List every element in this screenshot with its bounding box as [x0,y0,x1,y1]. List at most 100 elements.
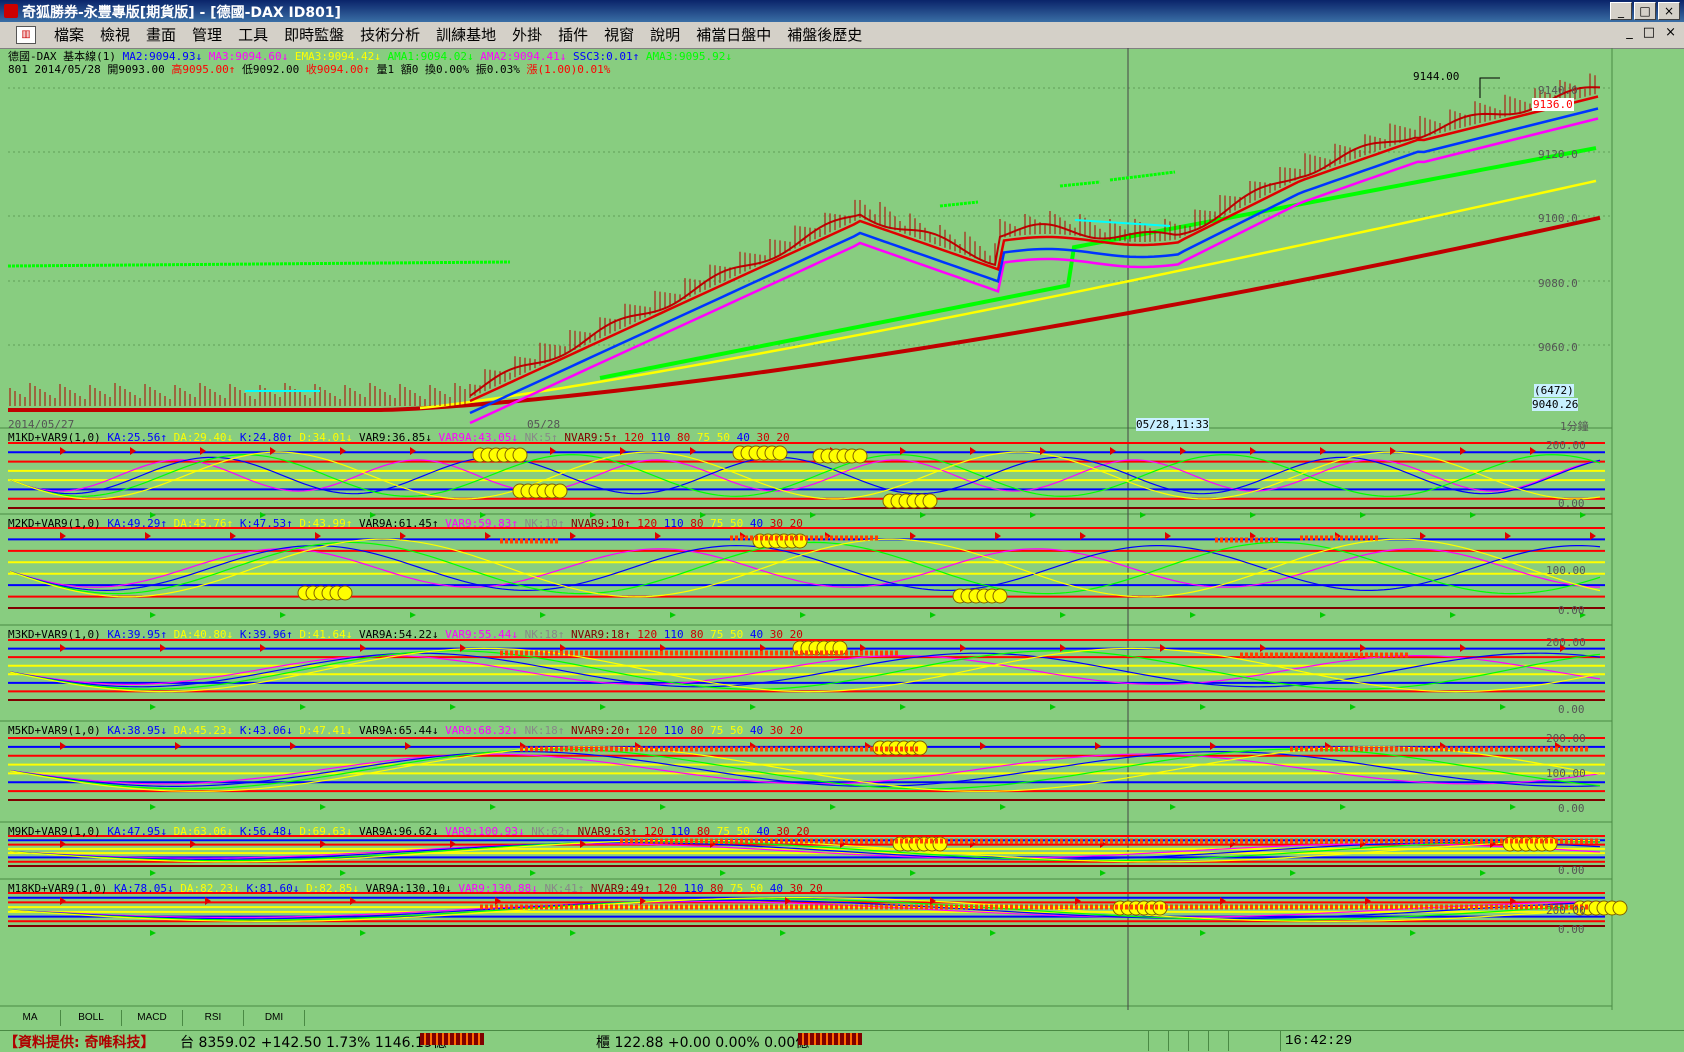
kd-panel-title: M9KD+VAR9(1,0) [8,825,101,838]
kd-signal-arrow [920,512,926,518]
kd-signal-arrow [360,930,366,936]
level-120: 120 [637,517,658,530]
kd-nk: NK:10↑ [524,517,565,530]
window-controls: _ □ × [1610,2,1680,20]
level-110: 110 [650,431,671,444]
kd-signal-arrow [910,870,916,876]
ma-yellow-line [419,179,1597,410]
kd-signal-arrow [1250,512,1256,518]
mdi-minimize-button[interactable]: _ [1626,25,1633,40]
menu-file[interactable]: 檔案 [46,25,92,45]
kd-levels: 120 110 80 75 50 40 30 20 [637,517,803,530]
kd-signal-arrow [780,930,786,936]
level-20: 20 [789,628,803,641]
menu-technical[interactable]: 技術分析 [352,25,428,45]
kd-signal-arrow [1210,742,1216,750]
kd1-tick-top: 200.00 [1546,439,1586,452]
period-label[interactable]: 1分鐘 [1560,418,1589,434]
menu-view[interactable]: 檢視 [92,25,138,45]
peak-price-label: 9144.00 [1413,70,1460,83]
kd5-tick-bottom: 0.00 [1558,864,1585,877]
kd-signal-arrow [1360,644,1366,652]
menu-tools[interactable]: 工具 [230,25,276,45]
kd-signal-arrow [1510,804,1516,810]
kd-signal-arrow [960,644,966,652]
kd-signal-arrow [690,447,696,455]
kd-nk: NK:5↑ [524,431,558,444]
kd-signal-arrow [1580,512,1586,518]
kd6-tick-bottom: 0.00 [1558,923,1585,936]
menu-window[interactable]: 視窗 [596,25,642,45]
kd-nk: NK:18↑ [524,628,565,641]
kd-signal-arrow [1160,644,1166,652]
y-tick-4: 9060.0 [1538,341,1578,354]
kd4-tick-top: 200.00 [1546,732,1586,745]
mdi-restore-button[interactable]: □ [1643,25,1655,40]
level-75: 75 [710,628,724,641]
menu-help[interactable]: 說明 [642,25,688,45]
close-button[interactable]: × [1658,2,1680,20]
level-75: 75 [729,882,744,895]
quote-open: 開9093.00 [107,63,165,76]
kd-nk: NK:18↑ [524,724,565,737]
minimize-button[interactable]: _ [1610,2,1632,20]
smiley-icon [922,493,938,509]
menu-addons[interactable]: 插件 [550,25,596,45]
kd-series-line [9,459,1601,492]
kd-k: K:56.48↓ [239,825,293,838]
kd-signal-arrow [175,742,181,750]
kd-nvar9: NVAR9:63↑ [577,825,638,838]
kd-d: D:34.01↓ [299,431,353,444]
level-20: 20 [789,724,803,737]
menu-screen[interactable]: 畫面 [138,25,184,45]
level-75: 75 [696,431,711,444]
kd-panel-6-legend: M18KD+VAR9(1,0) KA:78.05↓ DA:82.23↓ K:81… [8,882,823,895]
kd3-tick-bottom: 0.00 [1558,703,1585,716]
kd-signal-arrow [320,804,326,810]
level-40: 40 [749,724,764,737]
kd-da: DA:29.40↓ [173,431,234,444]
otc-quote: 櫃 122.88 +0.00 0.00% 0.00億 [596,1035,810,1051]
y-tick-3: 9080.0 [1538,277,1578,290]
ma-green-segment [1109,170,1176,182]
chart-doc-icon[interactable]: ▥ [16,26,36,44]
kd-signal-arrow [970,447,976,455]
kd-series-line [9,746,1601,792]
quote-close: 收9094.00↑ [305,63,370,76]
maximize-button[interactable]: □ [1634,2,1656,20]
kd-var9a: VAR9A:96.62↓ [359,825,439,838]
bottom-price-label: 9040.26 [1532,398,1579,411]
level-50: 50 [729,517,744,530]
kd-signal-arrow [900,704,906,710]
menu-realtime[interactable]: 即時監盤 [276,25,352,45]
menu-intraday[interactable]: 補當日盤中 [688,25,779,45]
kd-signal-arrow [1260,644,1266,652]
quote-line: 801 2014/05/28 開9093.00 高9095.00↑ 低9092.… [8,61,610,77]
kd-signal-arrow [540,612,546,618]
menu-plugin-ext[interactable]: 外掛 [504,25,550,45]
kd4-tick-mid: 100.00 [1546,767,1586,780]
tab-dmi[interactable]: DMI [244,1010,305,1026]
kd-signal-arrow [1500,704,1506,710]
tab-macd[interactable]: MACD [122,1010,183,1026]
kd-nvar9: NVAR9:10↑ [571,517,631,530]
kd-nvar9: NVAR9:18↑ [571,628,631,641]
tab-boll[interactable]: BOLL [61,1010,122,1026]
menu-training[interactable]: 訓練基地 [428,25,504,45]
level-110: 110 [663,628,684,641]
mdi-close-button[interactable]: × [1665,25,1676,40]
menu-history[interactable]: 補盤後歷史 [779,25,870,45]
kd-signal-arrow [600,704,606,710]
menu-items: 檔案 檢視 畫面 管理 工具 即時監盤 技術分析 訓練基地 外掛 插件 視窗 說… [46,25,870,45]
level-30: 30 [769,628,783,641]
kd-signal-arrow [1340,804,1346,810]
tab-ma[interactable]: MA [0,1010,61,1026]
kd-signal-arrow [200,447,206,455]
menu-manage[interactable]: 管理 [184,25,230,45]
kd-signal-arrow [360,644,366,652]
tab-rsi[interactable]: RSI [183,1010,244,1026]
kd-panel-2-legend: M2KD+VAR9(1,0) KA:49.29↑ DA:45.76↑ K:47.… [8,517,803,530]
chart-area[interactable]: 德國-DAX 基本線(1) MA2:9094.93↓ MA3:9094.60↓ … [0,48,1684,1030]
status-divider [1280,1031,1281,1051]
kd-k: K:47.53↑ [239,517,293,530]
